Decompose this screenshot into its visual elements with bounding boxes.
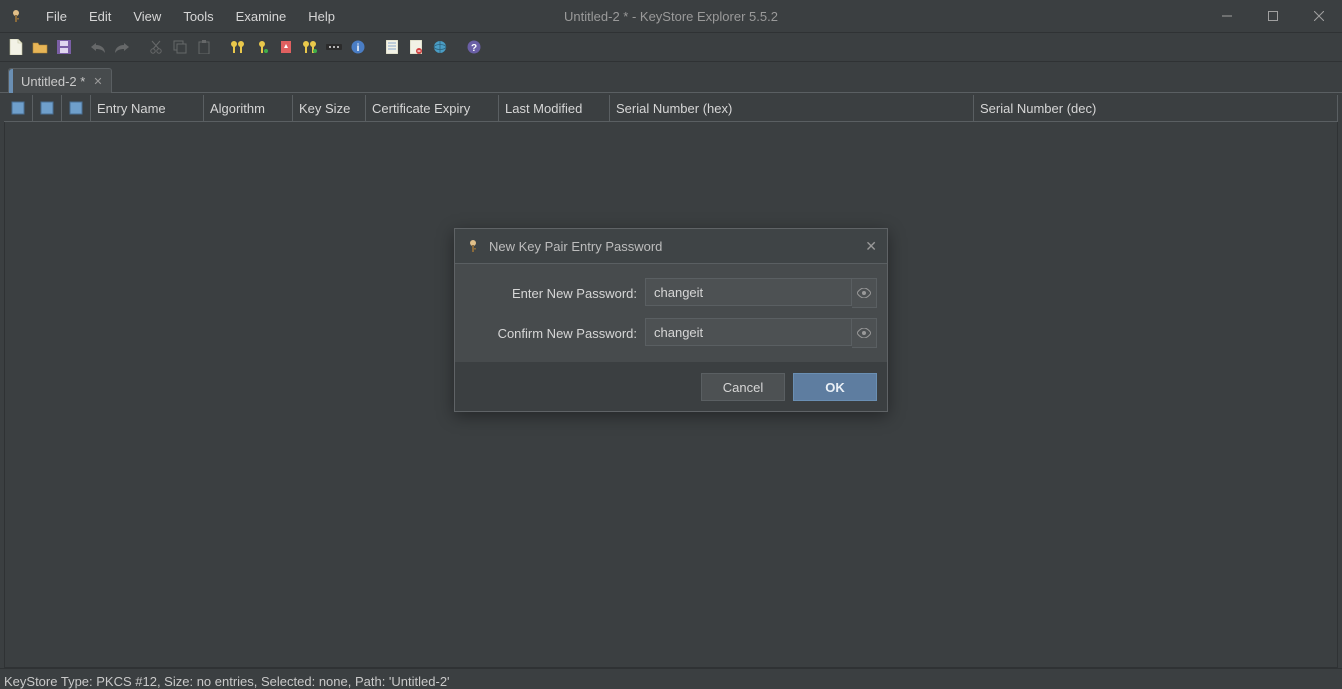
menu-view[interactable]: View (123, 5, 171, 28)
password-dialog: New Key Pair Entry Password ✕ Enter New … (454, 228, 888, 412)
menu-help[interactable]: Help (298, 5, 345, 28)
tab-untitled-2[interactable]: Untitled-2 * ✕ (8, 68, 112, 93)
toolbar: i ? (0, 33, 1342, 62)
dialog-title: New Key Pair Entry Password (489, 239, 662, 254)
menu-tools[interactable]: Tools (173, 5, 223, 28)
import-cert-icon[interactable] (276, 37, 296, 57)
undo-icon[interactable] (88, 37, 108, 57)
col-serial-hex[interactable]: Serial Number (hex) (610, 95, 974, 121)
col-cert-icon[interactable] (62, 95, 91, 121)
redo-icon[interactable] (112, 37, 132, 57)
title-bar: File Edit View Tools Examine Help Untitl… (0, 0, 1342, 33)
window-controls (1204, 0, 1342, 32)
dialog-app-icon (465, 238, 481, 254)
col-lock-icon[interactable] (33, 95, 62, 121)
gen-secretkey-icon[interactable] (252, 37, 272, 57)
save-icon[interactable] (54, 37, 74, 57)
toggle-visibility-icon-1[interactable] (852, 278, 877, 308)
menu-examine[interactable]: Examine (226, 5, 297, 28)
enter-password-label: Enter New Password: (465, 286, 645, 301)
confirm-password-input[interactable] (645, 318, 852, 346)
dialog-button-row: Cancel OK (455, 363, 887, 411)
col-algorithm[interactable]: Algorithm (204, 95, 293, 121)
menu-edit[interactable]: Edit (79, 5, 121, 28)
copy-icon[interactable] (170, 37, 190, 57)
maximize-button[interactable] (1250, 0, 1296, 32)
cut-icon[interactable] (146, 37, 166, 57)
cancel-button[interactable]: Cancel (701, 373, 785, 401)
col-type-icon[interactable] (4, 95, 33, 121)
app-icon (8, 8, 24, 24)
view-cert-icon[interactable] (382, 37, 402, 57)
menu-file[interactable]: File (36, 5, 77, 28)
status-bar: KeyStore Type: PKCS #12, Size: no entrie… (0, 668, 1342, 689)
view-crl-icon[interactable] (406, 37, 426, 57)
col-key-size[interactable]: Key Size (293, 95, 366, 121)
col-entry-name[interactable]: Entry Name (91, 95, 204, 121)
svg-text:i: i (357, 43, 360, 54)
toggle-visibility-icon-2[interactable] (852, 318, 877, 348)
dialog-body: Enter New Password: Confirm New Password… (455, 264, 887, 363)
enter-password-input[interactable] (645, 278, 852, 306)
col-last-modified[interactable]: Last Modified (499, 95, 610, 121)
confirm-password-label: Confirm New Password: (465, 326, 645, 341)
gen-keypair-icon[interactable] (228, 37, 248, 57)
help-icon[interactable]: ? (464, 37, 484, 57)
minimize-button[interactable] (1204, 0, 1250, 32)
set-pw-icon[interactable] (324, 37, 344, 57)
info-icon[interactable]: i (348, 37, 368, 57)
tab-close-icon[interactable]: ✕ (93, 75, 102, 88)
examine-ssl-icon[interactable] (430, 37, 450, 57)
ok-button[interactable]: OK (793, 373, 877, 401)
open-folder-icon[interactable] (30, 37, 50, 57)
tab-strip: Untitled-2 * ✕ (0, 62, 1342, 93)
col-serial-dec[interactable]: Serial Number (dec) (974, 95, 1338, 121)
table-header: Entry Name Algorithm Key Size Certificat… (4, 95, 1338, 122)
menubar: File Edit View Tools Examine Help (36, 5, 345, 28)
paste-icon[interactable] (194, 37, 214, 57)
close-button[interactable] (1296, 0, 1342, 32)
import-keypair-icon[interactable] (300, 37, 320, 57)
dialog-close-icon[interactable]: ✕ (865, 238, 877, 255)
dialog-titlebar: New Key Pair Entry Password ✕ (455, 229, 887, 264)
status-text: KeyStore Type: PKCS #12, Size: no entrie… (4, 674, 450, 689)
new-file-icon[interactable] (6, 37, 26, 57)
tab-label: Untitled-2 * (21, 74, 85, 89)
col-cert-expiry[interactable]: Certificate Expiry (366, 95, 499, 121)
svg-text:?: ? (471, 43, 477, 54)
